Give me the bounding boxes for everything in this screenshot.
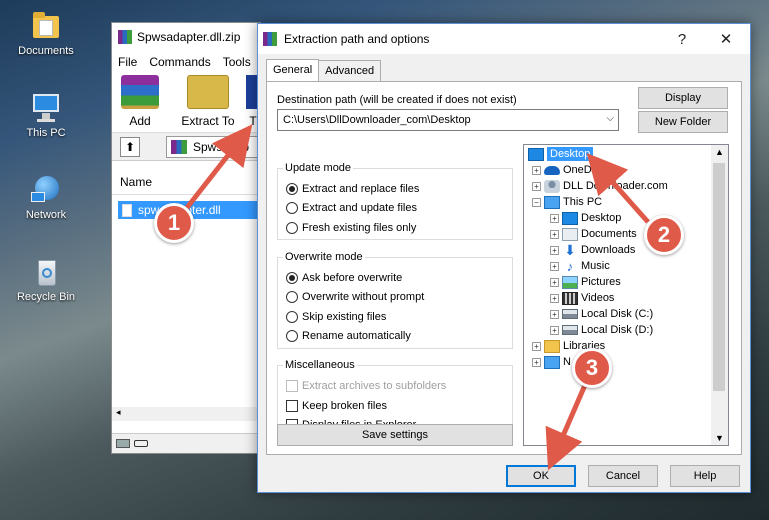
callout-arrow-3: [545, 384, 588, 471]
callout-badge-2: 2: [644, 215, 684, 255]
callout-arrow-2: [586, 153, 650, 224]
callout-arrows: [180, 124, 650, 471]
callout-badge-3: 3: [572, 348, 612, 388]
callout-arrow-1: [180, 124, 253, 216]
callout-badge-1: 1: [154, 203, 194, 243]
